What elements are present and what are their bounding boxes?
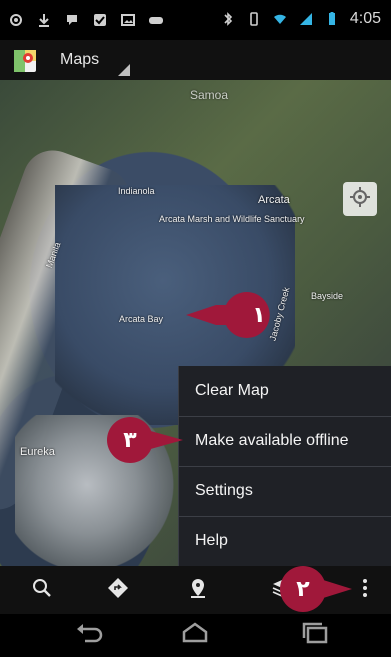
- overflow-menu: Clear Map Make available offline Setting…: [178, 366, 391, 566]
- image-icon: [120, 12, 136, 28]
- cellular-icon: [298, 11, 314, 27]
- home-icon: [178, 622, 212, 649]
- recents-icon: [298, 622, 332, 649]
- status-time: 4:05: [349, 10, 381, 27]
- back-button[interactable]: [60, 614, 120, 657]
- directions-button[interactable]: [98, 566, 138, 614]
- directions-icon: [107, 577, 129, 604]
- places-icon: [187, 577, 209, 604]
- back-icon: [73, 622, 107, 649]
- my-location-icon: [349, 186, 371, 213]
- maps-logo-icon[interactable]: [12, 48, 38, 74]
- status-right-icons: 4:05: [220, 10, 381, 28]
- bluetooth-icon: [220, 11, 236, 27]
- home-button[interactable]: [165, 614, 225, 657]
- status-left-icons: [8, 12, 164, 28]
- menu-item-settings[interactable]: Settings: [179, 466, 391, 516]
- wifi-icon: [272, 11, 288, 27]
- gps-icon: [8, 12, 24, 28]
- label-bayside: Bayside: [311, 291, 344, 301]
- action-bar: Maps: [0, 40, 391, 80]
- checkmark-icon: [92, 12, 108, 28]
- my-location-button[interactable]: [343, 182, 377, 216]
- search-button[interactable]: [22, 566, 62, 614]
- callout-3-number: ٣: [123, 427, 137, 453]
- callout-1: ١: [186, 292, 282, 343]
- gamepad-icon: [148, 12, 164, 28]
- callout-2-number: ٢: [296, 576, 310, 602]
- download-icon: [36, 12, 52, 28]
- callout-1-number: ١: [252, 302, 266, 328]
- dropdown-corner-icon[interactable]: [118, 64, 130, 76]
- menu-item-help[interactable]: Help: [179, 516, 391, 566]
- phone-vibrate-icon: [246, 11, 262, 27]
- battery-icon: [324, 11, 340, 27]
- label-arcata-marsh: Arcata Marsh and Wildlife Sanctuary: [159, 214, 305, 224]
- menu-item-clear-map[interactable]: Clear Map: [179, 366, 391, 416]
- label-arcata: Arcata: [258, 194, 290, 206]
- callout-2: ٢: [280, 566, 376, 617]
- label-arcata-bay: Arcata Bay: [119, 314, 164, 324]
- label-indianola: Indianola: [118, 186, 155, 196]
- places-button[interactable]: [178, 566, 218, 614]
- label-eureka: Eureka: [20, 446, 55, 458]
- search-icon: [31, 577, 53, 604]
- system-navigation-bar: [0, 614, 391, 657]
- maps-screen: 4:05 Maps Samoa Arcata Bay Arcata Manila…: [0, 0, 391, 657]
- status-bar: 4:05: [0, 0, 391, 40]
- app-title[interactable]: Maps: [60, 51, 99, 69]
- menu-item-make-available-offline[interactable]: Make available offline: [179, 416, 391, 466]
- label-samoa: Samoa: [190, 88, 229, 102]
- recents-button[interactable]: [285, 614, 345, 657]
- hangouts-icon: [64, 12, 80, 28]
- callout-3: ٣: [107, 417, 203, 468]
